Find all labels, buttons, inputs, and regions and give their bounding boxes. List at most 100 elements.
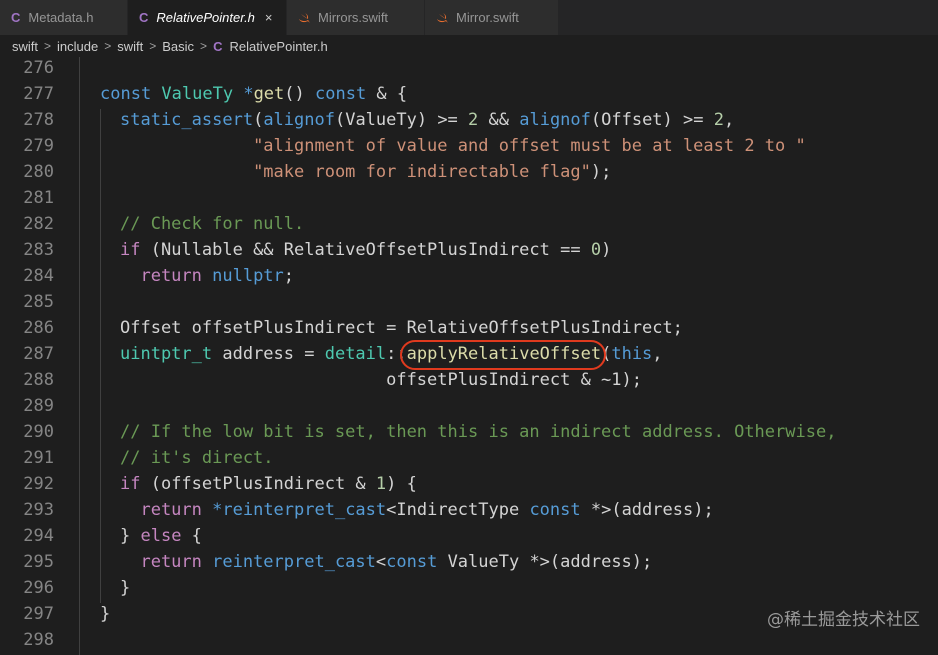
type-token: detail [324,344,387,364]
tab-relativepointer-h[interactable]: C RelativePointer.h × [128,0,287,35]
comment-token: // it's direct. [120,448,274,468]
control-keyword-token: return [120,500,213,520]
code-line[interactable]: 280 "make room for indirectable flag"); [0,159,938,185]
code-content: } [100,601,110,627]
tab-mirror-swift[interactable]: Mirror.swift [425,0,559,35]
line-number: 292 [23,474,54,494]
swift-icon [299,12,310,23]
comment-token: // Check for null. [120,214,305,234]
code-text: && [478,110,520,130]
control-keyword-token: return [120,552,213,572]
code-content: offsetPlusIndirect & ~1); [120,367,642,393]
code-line[interactable]: 276 [0,55,938,81]
keyword-token: const [100,84,162,104]
code-text: } [120,526,141,546]
line-number: 279 [23,136,54,156]
code-line[interactable]: 286 Offset offsetPlusIndirect = RelativeO… [0,315,938,341]
code-line[interactable]: 288 offsetPlusIndirect & ~1); [0,367,938,393]
keyword-token: this [611,344,653,364]
line-number: 286 [23,318,54,338]
code-line[interactable]: 290 // If the low bit is set, then this i… [0,419,938,445]
code-line[interactable]: 284 return nullptr; [0,263,938,289]
code-text: ) { [386,474,417,494]
code-line[interactable]: 293 return *reinterpret_cast<IndirectTyp… [0,497,938,523]
line-number: 285 [23,292,54,312]
tab-label: Mirror.swift [456,10,519,25]
string-token: "alignment of value and offset must be a… [253,136,806,156]
breadcrumb-item[interactable]: include [57,39,98,54]
keyword-token: const [386,552,438,572]
code-content: return reinterpret_cast<const ValueTy *>… [120,549,652,575]
code-editor[interactable]: 276 277 const ValueTy *get() const & {278 s… [0,55,938,655]
line-number: 296 [23,578,54,598]
line-number: 282 [23,214,54,234]
code-text: *>(address); [580,500,714,520]
code-line[interactable]: 291 // it's direct. [0,445,938,471]
code-line[interactable]: 296} [0,575,938,601]
line-number: 284 [23,266,54,286]
code-line[interactable]: 292 if (offsetPlusIndirect & 1) { [0,471,938,497]
code-line[interactable]: 285 [0,289,938,315]
keyword-token: alignof [263,110,335,130]
code-text: (Nullable && RelativeOffsetPlusIndirect … [140,240,591,260]
chevron-right-icon: > [44,39,52,53]
code-content: return *reinterpret_cast<IndirectType co… [120,497,714,523]
code-content: Offset offsetPlusIndirect = RelativeOffs… [120,315,683,341]
code-content: "make room for indirectable flag"); [120,159,611,185]
breadcrumb-file[interactable]: RelativePointer.h [229,39,327,54]
line-number: 288 [23,370,54,390]
line-number: 287 [23,344,54,364]
code-content: "alignment of value and offset must be a… [120,133,806,159]
code-text: ) [601,240,612,260]
tab-label: Metadata.h [28,10,94,25]
annotation-highlight-oval [400,340,606,370]
code-content: // If the low bit is set, then this is a… [120,419,836,445]
code-line[interactable]: 281 [0,185,938,211]
line-number: 297 [23,604,54,624]
code-line[interactable]: 282 // Check for null. [0,211,938,237]
line-number: 290 [23,422,54,442]
code-text: { [181,526,202,546]
code-content: if (offsetPlusIndirect & 1) { [120,471,417,497]
breadcrumb-item[interactable]: swift [117,39,143,54]
c-header-icon: C [139,10,149,25]
keyword-token: * [243,84,254,104]
control-keyword-token: return [120,266,213,286]
code-text: ; [283,266,295,286]
close-icon[interactable]: × [265,10,273,25]
control-keyword-token: if [120,474,141,494]
code-text: , [723,110,735,130]
code-content: if (Nullable && RelativeOffsetPlusIndire… [120,237,611,263]
code-line[interactable]: 278 static_assert(alignof(ValueTy) >= 2 &… [0,107,938,133]
type-token: uintptr_t [120,344,213,364]
line-number: 281 [23,188,54,208]
chevron-right-icon: > [149,39,157,53]
breadcrumb-item[interactable]: swift [12,39,38,54]
line-number: 293 [23,500,54,520]
tab-mirrors-swift[interactable]: Mirrors.swift [287,0,425,35]
line-number: 295 [23,552,54,572]
code-content: // Check for null. [120,211,304,237]
code-line[interactable]: 289 [0,393,938,419]
code-line[interactable]: 294} else { [0,523,938,549]
tab-metadata-h[interactable]: C Metadata.h [0,0,128,35]
keyword-token: static_assert [120,110,254,130]
number-token: 2 [713,110,724,130]
keyword-token: reinterpret_cast [222,500,387,520]
code-text: Offset offsetPlusIndirect = RelativeOffs… [120,318,683,338]
line-number: 276 [23,58,54,78]
breadcrumb: swift > include > swift > Basic > C Rela… [0,35,938,57]
keyword-token: reinterpret_cast [212,552,376,572]
swift-icon [437,12,448,23]
keyword-token: nullptr [212,266,284,286]
code-line[interactable]: 298 [0,627,938,653]
c-header-icon: C [213,38,223,54]
breadcrumb-item[interactable]: Basic [162,39,194,54]
code-line[interactable]: 277 const ValueTy *get() const & { [0,81,938,107]
code-line[interactable]: 295 return reinterpret_cast<const ValueT… [0,549,938,575]
code-line[interactable]: 283 if (Nullable && RelativeOffsetPlusInd… [0,237,938,263]
tab-bar: C Metadata.h C RelativePointer.h × Mirro… [0,0,938,35]
code-line[interactable]: 279 "alignment of value and offset must … [0,133,938,159]
